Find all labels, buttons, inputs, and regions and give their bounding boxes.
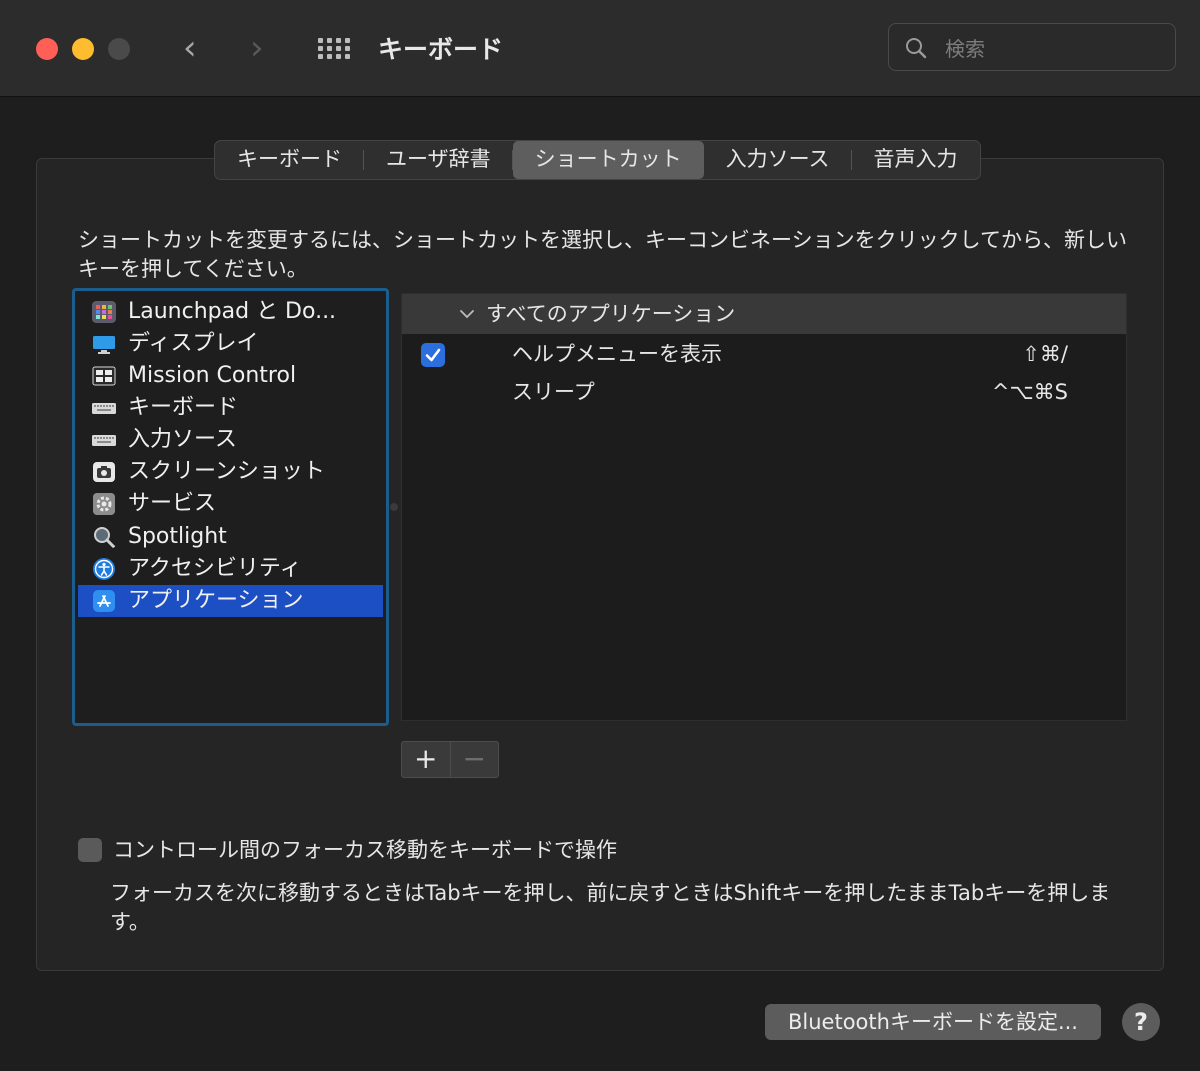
category-mission-control[interactable]: Mission Control: [78, 360, 383, 392]
shortcut-enabled-checkbox[interactable]: [421, 343, 445, 367]
add-remove-control: + −: [401, 741, 499, 778]
shortcut-key-combo[interactable]: ⇧⌘/: [1022, 335, 1068, 373]
shortcut-name: スリープ: [512, 380, 595, 404]
checkmark-icon: [425, 348, 441, 362]
category-label: ディスプレイ: [128, 331, 259, 356]
category-display[interactable]: ディスプレイ: [78, 328, 383, 360]
category-label: キーボード: [128, 395, 239, 420]
display-icon: [92, 333, 116, 355]
category-launchpad-dock[interactable]: Launchpad と Do...: [78, 296, 383, 328]
category-label: Spotlight: [128, 524, 227, 549]
shortcut-group-label: すべてのアプリケーション: [486, 302, 736, 326]
category-screenshot[interactable]: スクリーンショット: [78, 456, 383, 488]
category-input-sources[interactable]: 入力ソース: [78, 424, 383, 456]
minimize-window-button[interactable]: [72, 38, 94, 60]
setup-bluetooth-keyboard-button[interactable]: Bluetoothキーボードを設定...: [765, 1004, 1101, 1040]
shortcut-group-row[interactable]: すべてのアプリケーション: [402, 294, 1126, 334]
category-keyboard[interactable]: キーボード: [78, 392, 383, 424]
title-bar: ‹ › キーボード: [0, 0, 1200, 97]
zoom-window-button[interactable]: [108, 38, 130, 60]
launchpad-icon: [92, 301, 116, 323]
shortcut-row[interactable]: ヘルプメニューを表示 ⇧⌘/: [402, 335, 1126, 373]
keyboard-navigation-checkbox[interactable]: [78, 838, 102, 862]
window-title: キーボード: [378, 35, 504, 64]
category-accessibility[interactable]: アクセシビリティ: [78, 553, 383, 585]
keyboard-icon: [92, 397, 116, 419]
search-input[interactable]: [943, 34, 1167, 64]
search-box[interactable]: [888, 23, 1176, 71]
tab-input-sources[interactable]: 入力ソース: [704, 141, 852, 179]
close-window-button[interactable]: [36, 38, 58, 60]
show-all-grid-icon[interactable]: [318, 38, 350, 60]
tab-shortcuts[interactable]: ショートカット: [512, 141, 704, 179]
shortcut-key-combo[interactable]: ^⌥⌘S: [992, 373, 1068, 411]
chevron-down-icon[interactable]: [458, 305, 476, 323]
tab-dictation[interactable]: 音声入力: [852, 141, 980, 179]
add-shortcut-button[interactable]: +: [402, 742, 451, 777]
remove-shortcut-button[interactable]: −: [451, 742, 499, 777]
category-label: サービス: [128, 491, 217, 516]
mission-control-icon: [92, 365, 116, 387]
keyboard-navigation-label[interactable]: コントロール間のフォーカス移動をキーボードで操作: [113, 835, 617, 865]
screenshot-icon: [92, 461, 116, 483]
shortcut-row[interactable]: スリープ ^⌥⌘S: [402, 373, 1126, 411]
category-applications[interactable]: アプリケーション: [78, 585, 383, 617]
category-services[interactable]: サービス: [78, 488, 383, 520]
instructions-text: ショートカットを変更するには、ショートカットを選択し、キーコンビネーションをクリ…: [78, 228, 1127, 281]
category-label: アプリケーション: [128, 588, 304, 613]
split-view-divider[interactable]: [390, 503, 398, 511]
help-button[interactable]: ?: [1122, 1003, 1160, 1041]
input-source-icon: [92, 429, 116, 451]
tab-user-dictionary[interactable]: ユーザ辞書: [364, 141, 513, 179]
category-label: Mission Control: [128, 363, 297, 388]
shortcut-table: すべてのアプリケーション ヘルプメニューを表示 ⇧⌘/ スリープ ^⌥⌘S: [401, 293, 1127, 721]
category-label: アクセシビリティ: [128, 556, 302, 581]
tab-keyboard[interactable]: キーボード: [215, 141, 364, 179]
search-icon: [906, 38, 927, 59]
forward-icon[interactable]: ›: [250, 28, 264, 68]
category-spotlight[interactable]: Spotlight: [78, 521, 383, 553]
shortcut-name: ヘルプメニューを表示: [512, 342, 722, 366]
keyboard-navigation-description: フォーカスを次に移動するときはTabキーを押し、前に戻すときはShiftキーを押…: [110, 881, 1111, 934]
app-store-icon: [92, 590, 116, 612]
back-icon[interactable]: ‹: [183, 28, 197, 68]
category-label: 入力ソース: [128, 427, 237, 452]
category-label: Launchpad と Do...: [128, 299, 337, 324]
services-gear-icon: [92, 493, 116, 515]
category-list[interactable]: Launchpad と Do... ディスプレイ Mission Control…: [72, 288, 389, 726]
accessibility-icon: [92, 558, 116, 580]
category-label: スクリーンショット: [128, 459, 325, 484]
spotlight-magnifier-icon: [92, 526, 116, 548]
tab-bar: キーボード ユーザ辞書 ショートカット 入力ソース 音声入力: [214, 140, 981, 180]
